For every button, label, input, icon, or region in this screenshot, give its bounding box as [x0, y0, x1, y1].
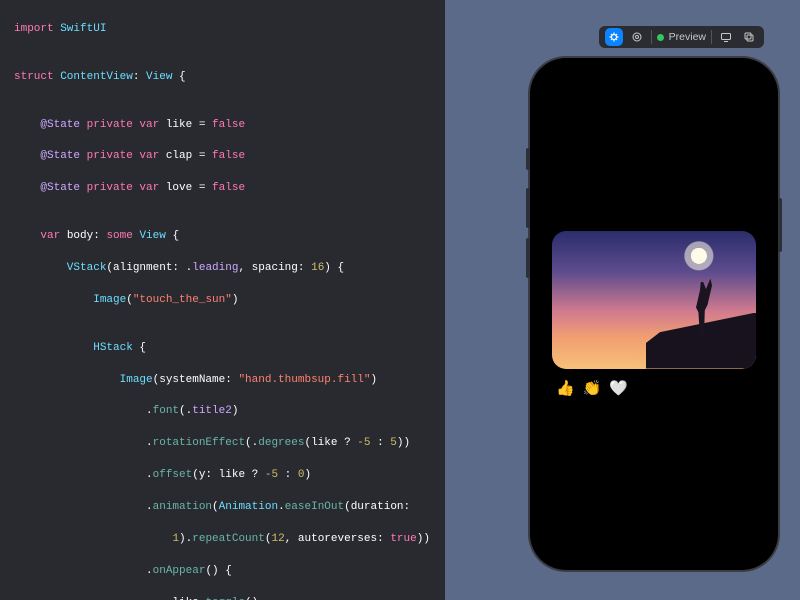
clap-icon[interactable]: 👏 [583, 379, 602, 398]
live-status-dot-icon [657, 34, 664, 41]
duplicate-button[interactable] [740, 28, 758, 46]
device-frame: 👍 👏 🤍 [530, 58, 778, 570]
toolbar-separator [651, 30, 652, 44]
volume-down-icon [526, 238, 530, 278]
touch-the-sun-image [552, 231, 756, 369]
debug-button[interactable] [605, 28, 623, 46]
thumbs-up-icon[interactable]: 👍 [556, 379, 575, 398]
device-button[interactable] [717, 28, 735, 46]
reaction-bar: 👍 👏 🤍 [552, 379, 756, 398]
aspect-button[interactable] [628, 28, 646, 46]
preview-pane: Preview 👍 👏 🤍 [445, 0, 800, 600]
volume-up-icon [526, 188, 530, 228]
mute-switch-icon [526, 148, 530, 170]
code-editor[interactable]: import SwiftUI struct ContentView: View … [0, 0, 445, 600]
device-screen[interactable]: 👍 👏 🤍 [540, 68, 768, 560]
toolbar-separator [711, 30, 712, 44]
canvas-toolbar: Preview [599, 26, 764, 48]
heart-icon[interactable]: 🤍 [609, 379, 628, 398]
preview-label: Preview [669, 31, 706, 43]
power-button-icon [778, 198, 782, 252]
